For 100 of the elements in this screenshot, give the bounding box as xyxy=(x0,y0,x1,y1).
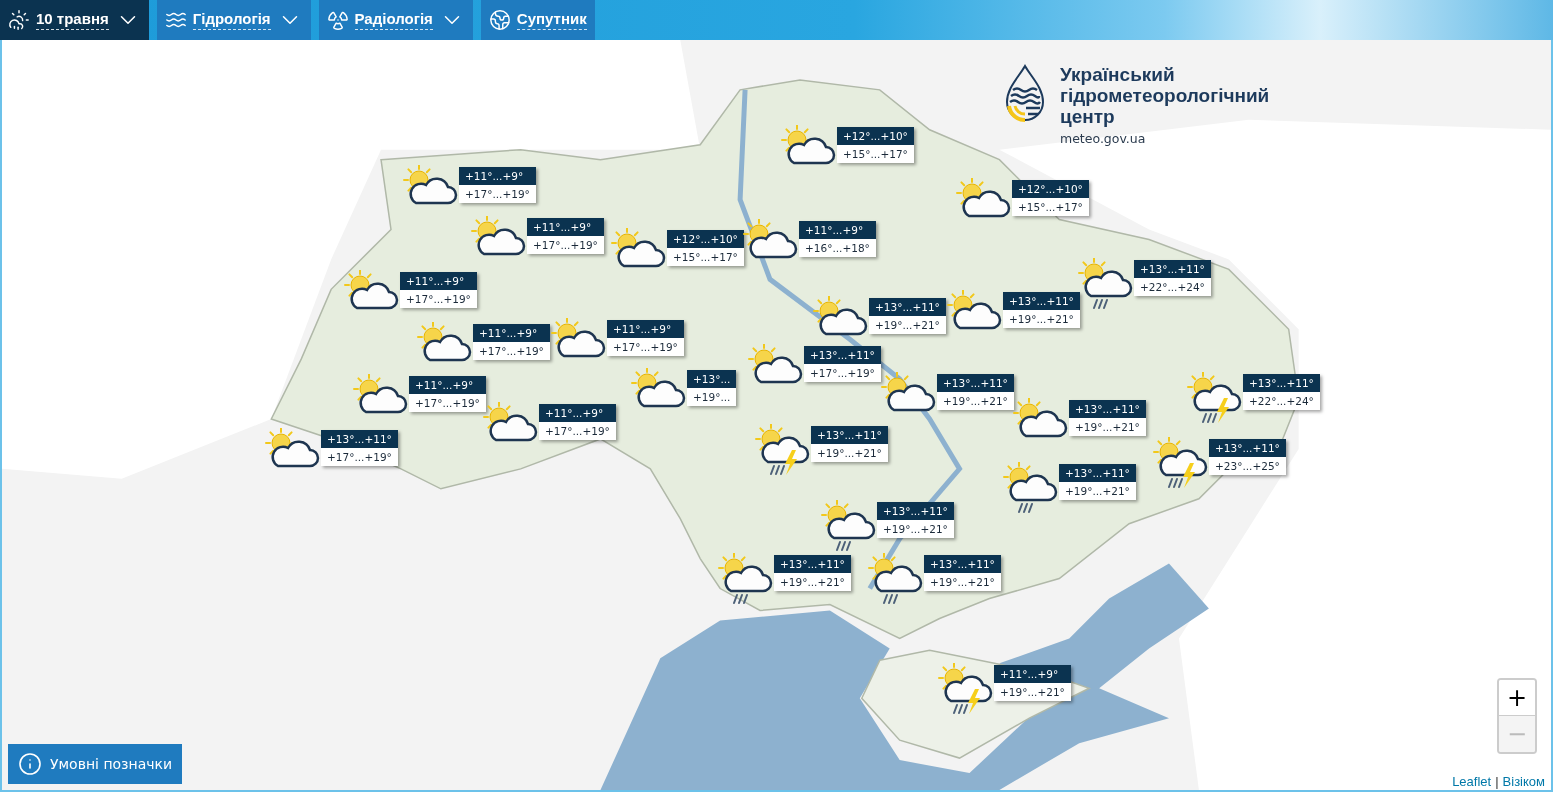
temperature-card[interactable]: +13°...+11° +19°...+21° xyxy=(869,298,946,334)
night-temperature: +13°...+11° xyxy=(1003,292,1080,310)
day-temperature: +15°...+17° xyxy=(667,248,744,266)
night-temperature: +11°...+9° xyxy=(994,665,1071,683)
night-temperature: +11°...+9° xyxy=(409,376,486,394)
temperature-card[interactable]: +12°...+10° +15°...+17° xyxy=(1012,180,1089,216)
attribution-separator: | xyxy=(1495,774,1499,789)
day-temperature: +15°...+17° xyxy=(1012,198,1089,216)
night-temperature: +13°...+11° xyxy=(774,555,851,573)
sun-cloud-rain-icon xyxy=(867,553,923,605)
night-temperature: +13°...+11° xyxy=(1059,464,1136,482)
temperature-card[interactable]: +11°...+9° +16°...+18° xyxy=(799,221,876,257)
temperature-card[interactable]: +11°...+9° +17°...+19° xyxy=(409,376,486,412)
night-temperature: +11°...+9° xyxy=(400,272,477,290)
temperature-card[interactable]: +13°...+11° +19°...+21° xyxy=(937,374,1014,410)
temperature-card[interactable]: +13°...+11° +19°...+21° xyxy=(1003,292,1080,328)
temperature-card[interactable]: +13°...+11° +19°...+21° xyxy=(774,555,851,591)
temperature-card[interactable]: +11°...+9° +17°...+19° xyxy=(607,320,684,356)
night-temperature: +11°...+9° xyxy=(539,404,616,422)
night-temperature: +11°...+9° xyxy=(527,218,604,236)
day-temperature: +19°...+21° xyxy=(869,316,946,334)
temperature-card[interactable]: +12°...+10° +15°...+17° xyxy=(837,127,914,163)
sun-cloud-rain-icon xyxy=(1077,258,1133,310)
night-temperature: +13°...+11° xyxy=(1243,374,1320,392)
info-icon xyxy=(18,752,42,776)
temperature-card[interactable]: +13°...+11° +17°...+19° xyxy=(321,430,398,466)
nav-tab[interactable]: Радіологія xyxy=(318,0,473,40)
day-temperature: +17°...+19° xyxy=(607,338,684,356)
night-temperature: +12°...+10° xyxy=(1012,180,1089,198)
day-temperature: +16°...+18° xyxy=(799,239,876,257)
temperature-card[interactable]: +11°...+9° +17°...+19° xyxy=(459,167,536,203)
temperature-card[interactable]: +13°...+11° +19°...+21° xyxy=(924,555,1001,591)
day-temperature: +17°...+19° xyxy=(459,185,536,203)
temperature-card[interactable]: +11°...+9° +17°...+19° xyxy=(400,272,477,308)
temperature-card[interactable]: +13°...+11° +23°...+25° xyxy=(1209,439,1286,475)
temperature-card[interactable]: +13°...+11° +22°...+24° xyxy=(1243,374,1320,410)
day-temperature: +17°...+19° xyxy=(527,236,604,254)
drop-logo-icon xyxy=(1004,64,1046,124)
day-temperature: +19°...+21° xyxy=(994,683,1071,701)
day-temperature: +19°... xyxy=(687,388,737,406)
zoom-in-button[interactable]: + xyxy=(1499,680,1535,716)
temperature-card[interactable]: +13°...+11° +22°...+24° xyxy=(1134,260,1211,296)
radiation-icon xyxy=(326,9,349,31)
night-temperature: +13°...+11° xyxy=(869,298,946,316)
nav-tab[interactable]: Супутник xyxy=(480,0,595,40)
day-temperature: +17°...+19° xyxy=(804,364,881,382)
day-temperature: +23°...+25° xyxy=(1209,457,1286,475)
night-temperature: +11°...+9° xyxy=(459,167,536,185)
night-temperature: +13°...+11° xyxy=(877,502,954,520)
day-temperature: +22°...+24° xyxy=(1134,278,1211,296)
day-temperature: +17°...+19° xyxy=(539,422,616,440)
sun-cloud-lightning-icon xyxy=(1186,372,1242,424)
temperature-card[interactable]: +11°...+9° +17°...+19° xyxy=(539,404,616,440)
globe-icon xyxy=(488,9,511,31)
sun-cloud-lightning-icon xyxy=(754,424,810,476)
day-temperature: +19°...+21° xyxy=(1003,310,1080,328)
attribution-link[interactable]: Leaflet xyxy=(1452,774,1492,789)
attribution-link[interactable]: Візіком xyxy=(1502,774,1545,789)
temperature-card[interactable]: +13°...+11° +19°...+21° xyxy=(1059,464,1136,500)
legend-button[interactable]: Умовні позначки xyxy=(8,744,183,784)
temperature-card[interactable]: +11°...+9° +19°...+21° xyxy=(994,665,1071,701)
night-temperature: +11°...+9° xyxy=(473,324,550,342)
day-temperature: +17°...+19° xyxy=(409,394,486,412)
night-temperature: +11°...+9° xyxy=(607,320,684,338)
temperature-card[interactable]: +13°...+11° +19°...+21° xyxy=(1069,400,1146,436)
temperature-card[interactable]: +13°...+11° +19°...+21° xyxy=(811,426,888,462)
day-temperature: +19°...+21° xyxy=(1059,482,1136,500)
sun-cloud-rain-icon xyxy=(1002,462,1058,514)
logo-title: Український гідрометеорологічний центр xyxy=(1060,64,1271,127)
day-temperature: +17°...+19° xyxy=(473,342,550,360)
night-temperature: +13°... xyxy=(687,370,737,388)
sun-cloud-lightning-icon xyxy=(1152,437,1208,489)
night-temperature: +13°...+11° xyxy=(924,555,1001,573)
sun-cloud-rain-icon xyxy=(820,500,876,552)
night-temperature: +13°...+11° xyxy=(1069,400,1146,418)
temperature-card[interactable]: +11°...+9° +17°...+19° xyxy=(527,218,604,254)
nav-tab[interactable]: 10 травня xyxy=(0,0,149,40)
day-temperature: +17°...+19° xyxy=(400,290,477,308)
night-temperature: +13°...+11° xyxy=(811,426,888,444)
night-temperature: +13°...+11° xyxy=(321,430,398,448)
temperature-card[interactable]: +11°...+9° +17°...+19° xyxy=(473,324,550,360)
day-temperature: +19°...+21° xyxy=(937,392,1014,410)
temperature-card[interactable]: +13°...+11° +19°...+21° xyxy=(877,502,954,538)
temperature-card[interactable]: +13°... +19°... xyxy=(687,370,737,406)
night-temperature: +13°...+11° xyxy=(1134,260,1211,278)
logo-site: meteo.gov.ua xyxy=(1060,131,1147,146)
day-temperature: +19°...+21° xyxy=(877,520,954,538)
day-temperature: +15°...+17° xyxy=(837,145,914,163)
day-temperature: +17°...+19° xyxy=(321,448,398,466)
temperature-card[interactable]: +12°...+10° +15°...+17° xyxy=(667,230,744,266)
sun-cloud-lightning-icon xyxy=(937,663,993,715)
night-temperature: +13°...+11° xyxy=(937,374,1014,392)
day-temperature: +19°...+21° xyxy=(924,573,1001,591)
night-temperature: +12°...+10° xyxy=(667,230,744,248)
night-temperature: +11°...+9° xyxy=(799,221,876,239)
night-temperature: +12°...+10° xyxy=(837,127,914,145)
temperature-card[interactable]: +13°...+11° +17°...+19° xyxy=(804,346,881,382)
nav-tab[interactable]: Гідрологія xyxy=(156,0,311,40)
day-temperature: +19°...+21° xyxy=(1069,418,1146,436)
day-temperature: +22°...+24° xyxy=(1243,392,1320,410)
